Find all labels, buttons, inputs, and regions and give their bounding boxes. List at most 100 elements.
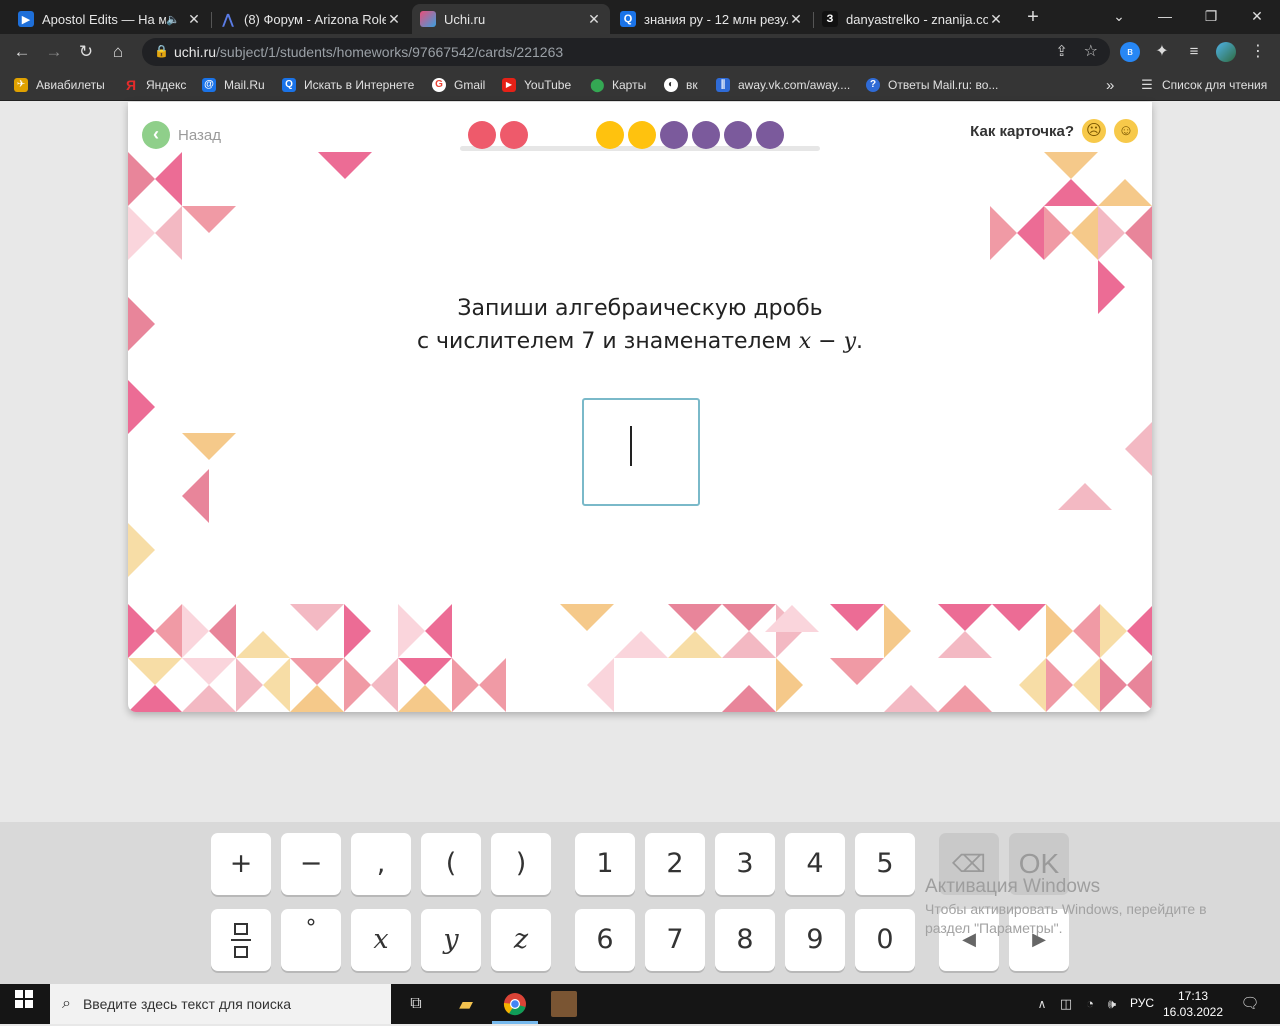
chrome-icon[interactable] [501,990,529,1018]
decorative-triangle [668,631,722,658]
decorative-triangle [938,685,992,712]
close-icon[interactable]: ✕ [586,11,602,28]
key-fraction[interactable] [211,909,271,971]
reload-icon[interactable]: ↻ [74,40,98,64]
media-icon[interactable]: ≡ [1184,42,1204,62]
decorative-triangle [884,604,911,658]
progress-dot [468,121,496,149]
close-icon[interactable]: ✕ [988,11,1004,28]
fraction-icon [234,923,248,935]
more-bookmarks-button[interactable]: » [1106,76,1114,94]
decorative-triangle [128,206,155,260]
file-explorer-icon[interactable]: ▰ [452,990,480,1018]
decorative-triangle [182,206,236,233]
tab-uchi[interactable]: Uchi.ru ✕ [412,4,610,34]
angry-face-icon[interactable]: ☹ [1082,119,1106,143]
avatar[interactable] [1216,42,1236,62]
back-arrow-icon[interactable]: ← [10,40,34,64]
answer-input[interactable] [582,398,700,506]
decorative-triangle [992,604,1046,631]
star-icon[interactable]: ☆ [1084,41,1098,61]
volume-icon[interactable]: 🕪 [1098,990,1126,1018]
youtube-icon: ▶ [502,78,516,92]
progress-dot [628,121,656,149]
notifications-icon[interactable]: 🗨 [1236,990,1264,1018]
bookmark-aviabilety[interactable]: ✈ Авиабилеты [14,76,105,94]
key-1[interactable]: 1 [575,833,635,895]
key-plus[interactable]: + [211,833,271,895]
windows-activation-watermark: Активация Windows Чтобы активировать Win… [925,876,1207,936]
key-degree[interactable]: ° [281,909,341,971]
forward-arrow-icon[interactable]: → [42,40,66,64]
decorative-triangle [209,604,236,658]
bookmark-vk[interactable]: ◐ вк [664,76,698,94]
close-window-button[interactable]: ✕ [1234,0,1280,32]
key-4[interactable]: 4 [785,833,845,895]
key-comma[interactable]: , [351,833,411,895]
key-2[interactable]: 2 [645,833,705,895]
key-5[interactable]: 5 [855,833,915,895]
decorative-triangle [290,685,344,712]
taskbar-search-input[interactable]: ⌕ Введите здесь текст для поиска [50,984,391,1024]
key-7[interactable]: 7 [645,909,705,971]
windows-start-icon[interactable] [10,990,38,1018]
bookmark-search[interactable]: Q Искать в Интернете [282,76,414,94]
decorative-triangle [722,685,776,712]
plane-icon: ✈ [14,78,28,92]
bookmark-yandex[interactable]: Я Яндекс [124,76,186,94]
tab-arizona-forum[interactable]: ⋀ (8) Форум - Arizona RoleP ✕ [212,4,410,34]
key-6[interactable]: 6 [575,909,635,971]
game-app-icon[interactable] [551,991,577,1017]
key-0[interactable]: 0 [855,909,915,971]
bookmark-maps[interactable]: ⬤ Карты [590,76,646,94]
key-3[interactable]: 3 [715,833,775,895]
new-tab-button[interactable]: + [1020,6,1046,28]
bookmark-gmail[interactable]: G Gmail [432,76,485,94]
decorative-triangle [1044,152,1098,179]
decorative-triangle [776,658,803,712]
tab-znaniya-search[interactable]: Q знания ру - 12 млн резул ✕ [612,4,812,34]
decorative-triangle [1058,483,1112,510]
key-9[interactable]: 9 [785,909,845,971]
menu-icon[interactable]: ⋮ [1248,42,1268,62]
speaker-icon[interactable]: 🔈 [166,13,180,26]
decorative-triangle [765,605,819,632]
decorative-triangle [830,658,884,685]
key-minus[interactable]: − [281,833,341,895]
decorative-triangle [1127,606,1152,656]
smile-face-icon[interactable]: ☺ [1114,119,1138,143]
vk-extension-icon[interactable]: в [1120,42,1140,62]
language-indicator[interactable]: РУС [1130,996,1154,1010]
progress-dot [564,121,592,149]
task-view-icon[interactable]: ⧉ [402,990,430,1018]
close-icon[interactable]: ✕ [386,11,402,28]
key-y[interactable]: y [421,909,481,971]
home-icon[interactable]: ⌂ [106,40,130,64]
key-close-paren[interactable]: ) [491,833,551,895]
key-8[interactable]: 8 [715,909,775,971]
system-clock[interactable]: 17:13 16.03.2022 [1160,988,1226,1020]
bookmark-mailru[interactable]: @ Mail.Ru [202,76,265,94]
key-open-paren[interactable]: ( [421,833,481,895]
bookmark-otvety[interactable]: ? Ответы Mail.ru: во... [866,76,998,94]
play-icon: ▶ [18,11,34,27]
key-x[interactable]: x [351,909,411,971]
decorative-triangle [479,658,506,712]
restore-button[interactable]: ❐ [1188,0,1234,32]
puzzle-icon[interactable]: ✦ [1152,42,1172,62]
tab-apostol-edits[interactable]: ▶ Apostol Edits — На м 🔈 ✕ [10,4,210,34]
text-cursor [630,426,632,466]
minimize-button[interactable]: — [1142,0,1188,32]
reading-list-button[interactable]: ☰ Список для чтения [1140,76,1267,94]
tab-search-button[interactable]: ⌄ [1096,0,1142,32]
bookmark-youtube[interactable]: ▶ YouTube [502,76,571,94]
decorative-triangle [1046,658,1073,712]
close-icon[interactable]: ✕ [788,11,804,28]
bookmark-away-vk[interactable]: ∥ away.vk.com/away.... [716,76,850,94]
tab-znanija-com[interactable]: З danyastrelko - znanija.com ✕ [814,4,1012,34]
key-z[interactable]: z [491,909,551,971]
close-icon[interactable]: ✕ [186,11,202,28]
address-bar[interactable]: 🔒 uchi.ru/subject/1/students/homeworks/9… [142,38,1110,66]
share-icon[interactable]: ⇪ [1055,42,1068,60]
back-button[interactable]: ‹ Назад [142,121,221,149]
